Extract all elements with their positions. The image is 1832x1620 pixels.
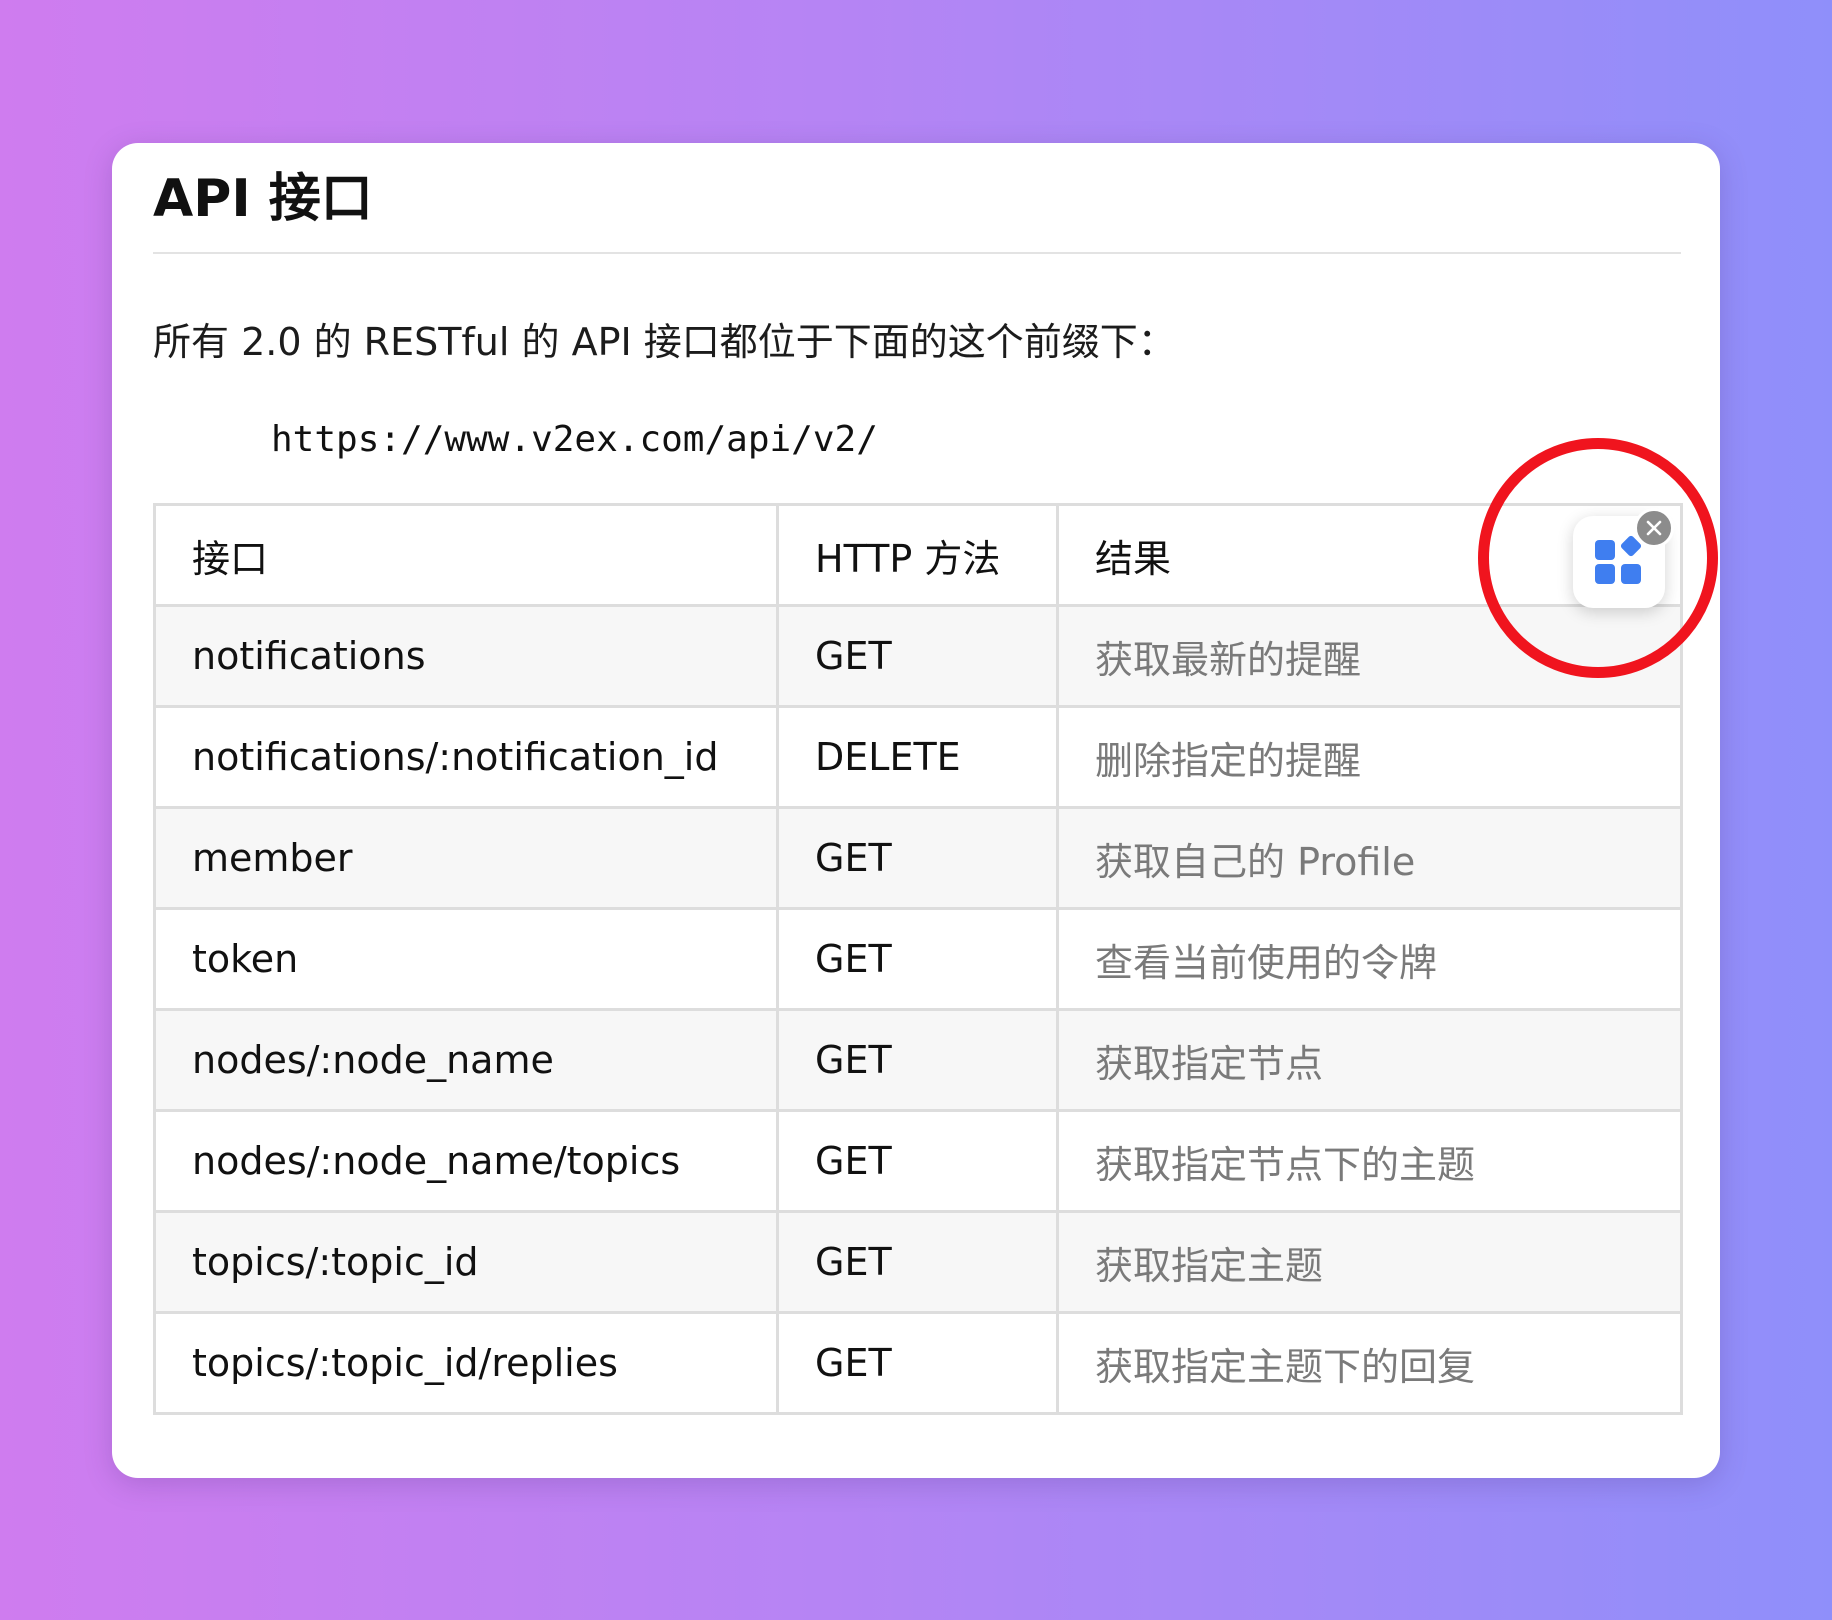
method-cell: GET [776, 604, 1059, 708]
result-cell: 获取指定节点 [1056, 1008, 1683, 1112]
table-row: notifications GET 获取最新的提醒 [153, 604, 1683, 708]
table-row: nodes/:node_name GET 获取指定节点 [153, 1008, 1683, 1112]
endpoint-cell: topics/:topic_id [153, 1210, 779, 1314]
table-row: token GET 查看当前使用的令牌 [153, 907, 1683, 1011]
method-cell: GET [776, 907, 1059, 1011]
result-cell: 获取指定节点下的主题 [1056, 1109, 1683, 1213]
table-row: nodes/:node_name/topics GET 获取指定节点下的主题 [153, 1109, 1683, 1213]
table-row: topics/:topic_id GET 获取指定主题 [153, 1210, 1683, 1314]
close-widget-button[interactable] [1634, 508, 1674, 548]
method-cell: GET [776, 806, 1059, 910]
api-doc-card: API 接口 所有 2.0 的 RESTful 的 API 接口都位于下面的这个… [112, 143, 1720, 1478]
result-cell: 获取指定主题 [1056, 1210, 1683, 1314]
result-cell: 查看当前使用的令牌 [1056, 907, 1683, 1011]
method-cell: GET [776, 1109, 1059, 1213]
endpoint-cell: nodes/:node_name [153, 1008, 779, 1112]
close-icon [1646, 520, 1662, 536]
endpoint-cell: notifications/:notification_id [153, 705, 779, 809]
table-row: topics/:topic_id/replies GET 获取指定主题下的回复 [153, 1311, 1683, 1415]
header-http-method: HTTP 方法 [776, 503, 1059, 607]
page-title: API 接口 [153, 169, 373, 229]
result-cell: 获取最新的提醒 [1056, 604, 1683, 708]
api-table: 接口 HTTP 方法 结果 notifications GET 获取最新的提醒 … [153, 503, 1683, 1415]
method-cell: GET [776, 1008, 1059, 1112]
endpoint-cell: topics/:topic_id/replies [153, 1311, 779, 1415]
result-cell: 删除指定的提醒 [1056, 705, 1683, 809]
method-cell: DELETE [776, 705, 1059, 809]
table-row: member GET 获取自己的 Profile [153, 806, 1683, 910]
intro-text: 所有 2.0 的 RESTful 的 API 接口都位于下面的这个前缀下： [153, 320, 1176, 364]
method-cell: GET [776, 1311, 1059, 1415]
table-header-row: 接口 HTTP 方法 结果 [153, 503, 1683, 607]
result-cell: 获取指定主题下的回复 [1056, 1311, 1683, 1415]
endpoint-cell: member [153, 806, 779, 910]
endpoint-cell: notifications [153, 604, 779, 708]
method-cell: GET [776, 1210, 1059, 1314]
endpoint-cell: nodes/:node_name/topics [153, 1109, 779, 1213]
header-endpoint: 接口 [153, 503, 779, 607]
endpoint-cell: token [153, 907, 779, 1011]
api-base-url: https://www.v2ex.com/api/v2/ [271, 419, 878, 460]
title-divider [153, 252, 1681, 254]
result-cell: 获取自己的 Profile [1056, 806, 1683, 910]
table-row: notifications/:notification_id DELETE 删除… [153, 705, 1683, 809]
apps-grid-icon [1595, 535, 1642, 584]
